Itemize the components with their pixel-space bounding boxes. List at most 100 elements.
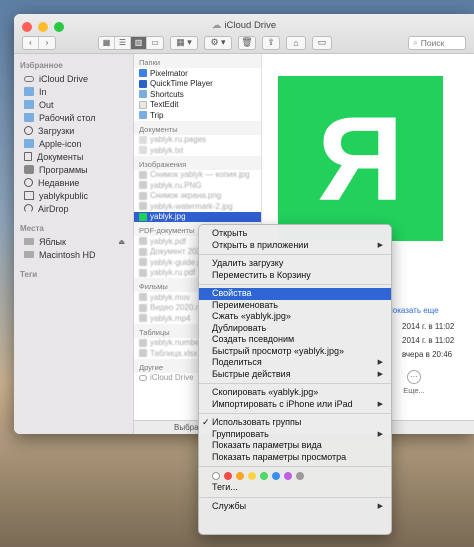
list-item[interactable]: Shortcuts [134, 89, 261, 100]
submenu-arrow-icon: ▶ [377, 370, 383, 378]
sidebar-item-in[interactable]: In [14, 85, 133, 98]
tag-color-row [199, 470, 391, 482]
list-item-label: yablyk-watermark-2.jpg [150, 201, 233, 211]
sidebar-item-macintosh-hd[interactable]: Macintosh HD [14, 248, 133, 261]
sidebar-item-apple-icon[interactable]: Apple-icon [14, 137, 133, 150]
menu-item-make-alias[interactable]: Создать псевдоним [199, 334, 391, 346]
new-folder-icon[interactable]: ▭ [312, 35, 332, 50]
list-item[interactable]: QuickTime Player [134, 79, 261, 90]
menu-item-duplicate[interactable]: Дублировать [199, 323, 391, 335]
folder-icon [139, 90, 147, 99]
list-item-label: yablyk.jpg [150, 212, 186, 222]
menu-item-quick-actions[interactable]: Быстрые действия ▶ [199, 369, 391, 381]
share-icon[interactable]: ⇪ [262, 35, 280, 50]
menu-item-tags[interactable]: Теги... [199, 482, 391, 494]
tag-color-dot[interactable] [236, 472, 244, 480]
search-field[interactable] [420, 37, 461, 48]
sidebar-item-documents[interactable]: Документы [14, 150, 133, 163]
menu-item-copy[interactable]: Скопировать «yablyk.jpg» [199, 387, 391, 399]
tag-color-dot[interactable] [284, 472, 292, 480]
ellipsis-icon: ··· [407, 370, 421, 384]
tag-color-dot[interactable] [296, 472, 304, 480]
app-icon [139, 69, 147, 78]
sidebar-item-icloud-drive[interactable]: iCloud Drive [14, 72, 133, 85]
gallery-view-icon[interactable]: ▭ [147, 36, 163, 49]
menu-item-remove-download[interactable]: Удалить загрузку [199, 258, 391, 270]
image-icon [139, 170, 147, 179]
back-button[interactable]: ‹ [23, 36, 39, 49]
menu-item-open[interactable]: Открыть [199, 228, 391, 240]
forward-button[interactable]: › [39, 36, 55, 49]
list-item[interactable]: TextEdit [134, 100, 261, 111]
sidebar-item-device[interactable]: Яблык ⏏ [14, 235, 133, 248]
sidebar-item-desktop[interactable]: Рабочий стол [14, 111, 133, 124]
menu-item-label: Группировать [212, 428, 269, 439]
tag-color-dot[interactable] [272, 472, 280, 480]
menu-item-label: Свойства [212, 288, 252, 298]
preview-letter: Я [317, 91, 404, 226]
sidebar-item-downloads[interactable]: Загрузки [14, 124, 133, 137]
eject-icon[interactable]: ⏏ [118, 238, 125, 246]
list-view-icon[interactable]: ☰ [115, 36, 131, 49]
list-item[interactable]: Trip [134, 110, 261, 121]
list-item[interactable]: yablyk.ru.pages [134, 135, 261, 146]
show-more-link[interactable]: Показать еще [387, 306, 439, 315]
menu-item-show-view-options[interactable]: Показать параметры вида [199, 440, 391, 452]
list-item[interactable]: yablyk-watermark-2.jpg [134, 201, 261, 212]
sidebar-item-recents[interactable]: Недавние [14, 176, 133, 189]
tag-color-dot[interactable] [260, 472, 268, 480]
tag-color-dot[interactable] [212, 472, 220, 480]
list-item-label: yablyk.txt [150, 145, 184, 155]
cloud-icon [139, 374, 147, 381]
list-item[interactable]: yablyk.ru.PNG [134, 180, 261, 191]
menu-item-compress[interactable]: Сжать «yablyk.jpg» [199, 311, 391, 323]
menu-item-use-groups[interactable]: ✓ Использовать группы [199, 417, 391, 429]
list-item[interactable]: yablyk.txt [134, 145, 261, 156]
sidebar-item-out[interactable]: Out [14, 98, 133, 111]
menu-item-import-from-iphone[interactable]: Импортировать с iPhone или iPad ▶ [199, 399, 391, 411]
tag-color-dot[interactable] [224, 472, 232, 480]
app-icon [139, 100, 147, 109]
sidebar-tags-header: Теги [20, 270, 38, 279]
column-view-icon[interactable]: ▥ [131, 36, 147, 49]
submenu-arrow-icon: ▶ [377, 502, 383, 510]
menu-item-rename[interactable]: Переименовать [199, 300, 391, 312]
trash-icon[interactable]: 🗑 [238, 35, 256, 50]
sidebar-item-home[interactable]: yablykpublic [14, 189, 133, 202]
icon-view-icon[interactable]: ▦ [99, 36, 115, 49]
menu-item-services[interactable]: Службы ▶ [199, 501, 391, 513]
document-icon [139, 146, 147, 155]
menu-item-label: Дублировать [212, 322, 267, 333]
menu-item-group-by[interactable]: Группировать ▶ [199, 429, 391, 441]
titlebar: ☁ iCloud Drive ‹ › ▦ ☰ ▥ ▭ ▦ ▾ ⚙ ▾ 🗑 ⇪ ⌂ … [14, 14, 474, 54]
menu-item-show-preview-options[interactable]: Показать параметры просмотра [199, 452, 391, 464]
list-item[interactable]: Pixelmator [134, 68, 261, 79]
group-button[interactable]: ▦ ▾ [170, 35, 198, 50]
folder-icon [24, 113, 34, 122]
sidebar-item-applications[interactable]: Программы [14, 163, 133, 176]
action-gear-icon[interactable]: ⚙ ▾ [204, 35, 232, 50]
menu-item-get-info[interactable]: Свойства [199, 288, 391, 300]
sidebar-item-airdrop[interactable]: AirDrop [14, 202, 133, 215]
list-item-label: yablyk.mp4 [150, 313, 191, 323]
list-item-label: yablyk.ru.PNG [150, 180, 202, 190]
tag-color-dot[interactable] [248, 472, 256, 480]
cloud-icon [24, 75, 34, 82]
documents-header: Документы [134, 120, 261, 135]
menu-separator [199, 254, 391, 255]
list-item-label: QuickTime Player [150, 79, 213, 89]
list-item-label: Таблица.xlsx [150, 348, 198, 358]
menu-item-open-with[interactable]: Открыть в приложении ▶ [199, 240, 391, 252]
more-button[interactable]: ··· Еще... [402, 370, 426, 395]
tag-icon[interactable]: ⌂ [286, 35, 306, 50]
list-item[interactable]: Снимок yablyk — копия.jpg [134, 170, 261, 181]
list-item[interactable]: Снимок экрана.png [134, 191, 261, 202]
menu-item-quick-look[interactable]: Быстрый просмотр «yablyk.jpg» [199, 346, 391, 358]
selected-file[interactable]: yablyk.jpg [134, 211, 261, 222]
menu-item-share[interactable]: Поделиться ▶ [199, 357, 391, 369]
sidebar-locations-header: Места [20, 224, 44, 233]
menu-item-move-to-trash[interactable]: Переместить в Корзину [199, 270, 391, 282]
sidebar-item-label: Яблык [39, 236, 66, 247]
search-input[interactable]: ⌕ [408, 35, 466, 50]
submenu-arrow-icon: ▶ [377, 359, 383, 366]
